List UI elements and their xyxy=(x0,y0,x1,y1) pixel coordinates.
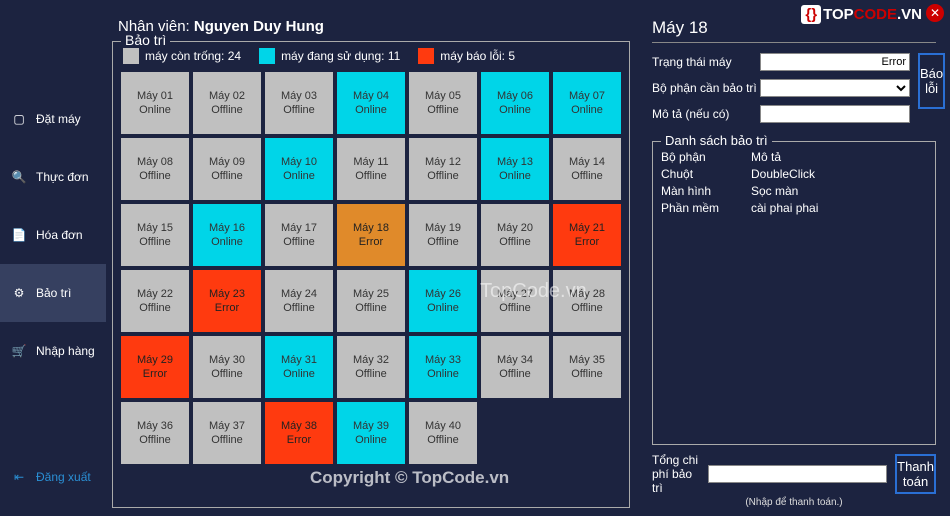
machine-tile[interactable]: Máy 24Offline xyxy=(265,270,333,332)
part-select[interactable] xyxy=(760,79,910,97)
list-item: ChuộtDoubleClick xyxy=(661,167,927,181)
machine-tile[interactable]: Máy 03Offline xyxy=(265,72,333,134)
machine-tile[interactable]: Máy 18Error xyxy=(337,204,405,266)
invoice-icon: 📄 xyxy=(10,226,28,244)
machine-tile[interactable]: Máy 01Online xyxy=(121,72,189,134)
desc-input[interactable] xyxy=(760,105,910,123)
machine-tile[interactable]: Máy 07Online xyxy=(553,72,621,134)
machine-tile[interactable]: Máy 20Offline xyxy=(481,204,549,266)
machine-tile[interactable]: Máy 38Error xyxy=(265,402,333,464)
machine-tile[interactable]: Máy 23Error xyxy=(193,270,261,332)
swatch-busy-icon xyxy=(259,48,275,64)
machine-tile[interactable]: Máy 26Online xyxy=(409,270,477,332)
machine-tile[interactable]: Máy 04Online xyxy=(337,72,405,134)
total-label: Tổng chi phí bảo trì xyxy=(652,453,700,495)
legend: máy còn trống: 24 máy đang sử dụng: 11 m… xyxy=(121,48,621,64)
machine-tile[interactable]: Máy 21Error xyxy=(553,204,621,266)
list-item: Màn hìnhSọc màn xyxy=(661,184,927,198)
machine-tile[interactable]: Máy 25Offline xyxy=(337,270,405,332)
machine-tile[interactable]: Máy 30Offline xyxy=(193,336,261,398)
nav-cart[interactable]: 🛒Nhập hàng xyxy=(0,322,106,380)
watermark-logo: {}TOPCODE.VN xyxy=(801,6,922,23)
maintenance-list: Danh sách bảo trì Bộ phậnMô tả ChuộtDoub… xyxy=(652,141,936,445)
nav-gear[interactable]: ⚙Bảo trì xyxy=(0,264,106,322)
machine-tile[interactable]: Máy 15Offline xyxy=(121,204,189,266)
machine-tile[interactable]: Máy 31Online xyxy=(265,336,333,398)
status-input[interactable] xyxy=(760,53,910,71)
machine-tile[interactable]: Máy 05Offline xyxy=(409,72,477,134)
pay-button[interactable]: Thanh toán xyxy=(895,454,936,494)
close-button[interactable]: ✕ xyxy=(926,4,944,22)
nav-logout[interactable]: ⇤Đăng xuất xyxy=(0,448,106,506)
machine-tile[interactable]: Máy 34Offline xyxy=(481,336,549,398)
machine-tile[interactable]: Máy 14Offline xyxy=(553,138,621,200)
machine-tile[interactable]: Máy 36Offline xyxy=(121,402,189,464)
machine-tile[interactable]: Máy 27Offline xyxy=(481,270,549,332)
gear-icon: ⚙ xyxy=(10,284,28,302)
machine-tile[interactable]: Máy 12Offline xyxy=(409,138,477,200)
total-input[interactable] xyxy=(708,465,887,483)
main-panel: Nhân viên: Nguyen Duy Hung Bảo trì máy c… xyxy=(106,0,642,516)
machine-tile[interactable]: Máy 33Online xyxy=(409,336,477,398)
detail-panel: Máy 18 Trạng thái máy Bộ phận cần bảo tr… xyxy=(642,0,950,516)
machine-tile[interactable]: Máy 29Error xyxy=(121,336,189,398)
machine-tile[interactable]: Máy 11Offline xyxy=(337,138,405,200)
machine-tile[interactable]: Máy 10Online xyxy=(265,138,333,200)
hint-text: (Nhập để thanh toán.) xyxy=(652,497,936,508)
swatch-error-icon xyxy=(418,48,434,64)
machine-tile[interactable]: Máy 16Online xyxy=(193,204,261,266)
nav-search[interactable]: 🔍Thực đơn xyxy=(0,148,106,206)
report-error-button[interactable]: Báo lỗi xyxy=(918,53,945,109)
box-title: Bảo trì xyxy=(121,32,170,48)
monitor-icon: ▢ xyxy=(10,110,28,128)
nav-monitor[interactable]: ▢Đặt máy xyxy=(0,90,106,148)
cart-icon: 🛒 xyxy=(10,342,28,360)
maintenance-box: Bảo trì máy còn trống: 24 máy đang sử dụ… xyxy=(112,41,630,508)
machine-tile[interactable]: Máy 39Online xyxy=(337,402,405,464)
sidebar: ▢Đặt máy🔍Thực đơn📄Hóa đơn⚙Bảo trì🛒Nhập h… xyxy=(0,0,106,516)
machine-tile[interactable]: Máy 13Online xyxy=(481,138,549,200)
machine-tile[interactable]: Máy 28Offline xyxy=(553,270,621,332)
logout-icon: ⇤ xyxy=(10,468,28,486)
machine-tile[interactable]: Máy 32Offline xyxy=(337,336,405,398)
staff-line: Nhân viên: Nguyen Duy Hung xyxy=(112,18,630,35)
machine-tile[interactable]: Máy 22Offline xyxy=(121,270,189,332)
machine-tile[interactable]: Máy 17Offline xyxy=(265,204,333,266)
machine-tile[interactable]: Máy 06Online xyxy=(481,72,549,134)
list-item: Phần mềmcài phai phai xyxy=(661,201,927,215)
search-icon: 🔍 xyxy=(10,168,28,186)
machine-grid: Máy 01OnlineMáy 02OfflineMáy 03OfflineMá… xyxy=(121,72,621,464)
swatch-free-icon xyxy=(123,48,139,64)
machine-tile[interactable]: Máy 09Offline xyxy=(193,138,261,200)
nav-invoice[interactable]: 📄Hóa đơn xyxy=(0,206,106,264)
machine-tile[interactable]: Máy 40Offline xyxy=(409,402,477,464)
machine-tile[interactable]: Máy 19Offline xyxy=(409,204,477,266)
machine-tile[interactable]: Máy 02Offline xyxy=(193,72,261,134)
machine-tile[interactable]: Máy 08Offline xyxy=(121,138,189,200)
machine-tile[interactable]: Máy 35Offline xyxy=(553,336,621,398)
machine-tile[interactable]: Máy 37Offline xyxy=(193,402,261,464)
